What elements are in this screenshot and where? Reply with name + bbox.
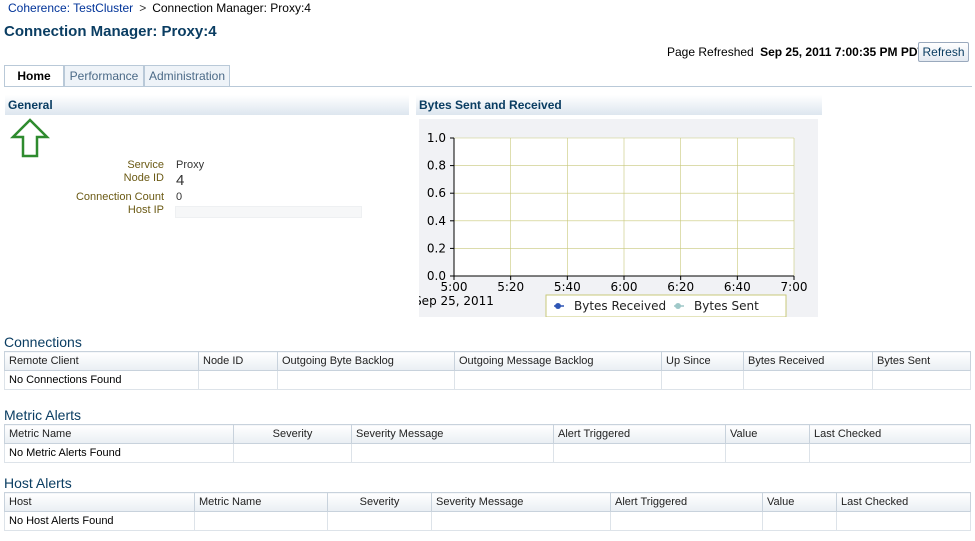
column-header[interactable]: Alert Triggered [553, 424, 726, 444]
x-tick-label: 5:40 [554, 280, 581, 294]
breadcrumb-current: Connection Manager: Proxy:4 [152, 1, 311, 15]
table-row: No Host Alerts Found [4, 511, 971, 531]
column-header[interactable]: Outgoing Message Backlog [454, 351, 662, 371]
x-tick-label: 6:00 [611, 280, 638, 294]
table-row: No Metric Alerts Found [4, 443, 971, 463]
service-value: Proxy [176, 159, 205, 171]
bytes-chart-svg: 0.00.20.40.60.81.05:00 5:20 5:40 6:00 6:20 6:… [419, 131, 808, 317]
chart-title: Bytes Sent and Received [419, 98, 562, 112]
tab-performance[interactable]: Performance [64, 65, 144, 86]
host-alerts-title: Host Alerts [4, 475, 72, 491]
breadcrumb: Coherence: TestCluster > Connection Manage… [8, 1, 311, 15]
column-header[interactable]: Bytes Received [743, 351, 873, 371]
x-tick-label: 5:00 [441, 280, 468, 294]
column-header[interactable]: Metric Name [194, 492, 328, 512]
bytes-chart: 0.0 0.2 0.4 0.6 0.8 1.0 5:00 5:20 5:40 6:00 6:20 6:… [419, 119, 818, 317]
metric-alerts-title: Metric Alerts [4, 407, 82, 423]
column-header[interactable]: Severity [233, 424, 352, 444]
connection-count-value: 0 [176, 191, 183, 203]
host-ip-value [175, 206, 362, 218]
node-id-label: Node ID [123, 172, 164, 184]
connections-header-row: Remote Client Node ID Outgoing Byte Back… [4, 351, 971, 371]
metric-alerts-header-row: Metric Name Severity Severity Message Al… [4, 424, 971, 444]
column-header[interactable]: Metric Name [4, 424, 234, 444]
legend-label: Bytes Sent [694, 299, 759, 313]
general-section-header: General [5, 95, 409, 115]
connection-count-label: Connection Count [75, 191, 164, 203]
column-header[interactable]: Host [4, 492, 195, 512]
y-tick-label: 0.6 [427, 186, 446, 200]
column-header[interactable]: Alert Triggered [610, 492, 763, 512]
column-header[interactable]: Value [762, 492, 837, 512]
refresh-button[interactable]: Refresh [918, 42, 969, 62]
tab-divider [4, 86, 972, 87]
column-header[interactable]: Last Checked [809, 424, 971, 444]
column-header[interactable]: Severity Message [351, 424, 554, 444]
page-refreshed-label: Page Refreshed [667, 45, 754, 59]
page-refreshed: Page Refreshed Sep 25, 2011 7:00:35 PM P… [667, 45, 925, 59]
column-header[interactable]: Severity [327, 492, 432, 512]
host-alerts-header-row: Host Metric Name Severity Severity Messa… [4, 492, 971, 512]
empty-message: No Metric Alerts Found [4, 443, 234, 463]
y-tick-label: 0.8 [427, 159, 446, 173]
y-tick-label: 0.2 [427, 241, 446, 255]
tab-home[interactable]: Home [4, 65, 64, 87]
tab-administration[interactable]: Administration [144, 65, 230, 86]
column-header[interactable]: Value [725, 424, 810, 444]
column-header[interactable]: Remote Client [4, 351, 199, 371]
connections-table: Remote Client Node ID Outgoing Byte Back… [4, 351, 971, 390]
empty-message: No Host Alerts Found [4, 511, 195, 531]
page-refreshed-timestamp: Sep 25, 2011 7:00:35 PM PDT [760, 45, 925, 59]
chart-section-header: Bytes Sent and Received [416, 95, 822, 115]
service-label: Service [127, 159, 164, 171]
column-header[interactable]: Bytes Sent [872, 351, 971, 371]
up-arrow-icon [9, 118, 51, 161]
page-title: Connection Manager: Proxy:4 [4, 23, 217, 40]
breadcrumb-link-cluster[interactable]: Coherence: TestCluster [8, 1, 133, 15]
x-tick-label: 6:40 [724, 280, 751, 294]
x-tick-label: 7:00 [781, 280, 808, 294]
x-tick-label: 5:20 [497, 280, 524, 294]
y-tick-label: 0.4 [427, 214, 446, 228]
x-date-label: Sep 25, 2011 [419, 294, 494, 308]
y-tick-label: 1.0 [427, 131, 446, 145]
column-header[interactable]: Outgoing Byte Backlog [277, 351, 455, 371]
general-title: General [8, 98, 53, 112]
legend-label: Bytes Received [574, 299, 666, 313]
column-header[interactable]: Last Checked [836, 492, 971, 512]
node-id-value: 4 [176, 172, 185, 189]
column-header[interactable]: Node ID [198, 351, 278, 371]
table-row: No Connections Found [4, 370, 971, 390]
column-header[interactable]: Up Since [661, 351, 744, 371]
empty-message: No Connections Found [4, 370, 199, 390]
column-header[interactable]: Severity Message [431, 492, 611, 512]
host-alerts-table: Host Metric Name Severity Severity Messa… [4, 492, 971, 531]
host-ip-label: Host IP [127, 204, 164, 216]
metric-alerts-table: Metric Name Severity Severity Message Al… [4, 424, 971, 463]
connections-title: Connections [4, 334, 82, 350]
breadcrumb-separator: > [139, 1, 147, 15]
x-tick-label: 6:20 [667, 280, 694, 294]
